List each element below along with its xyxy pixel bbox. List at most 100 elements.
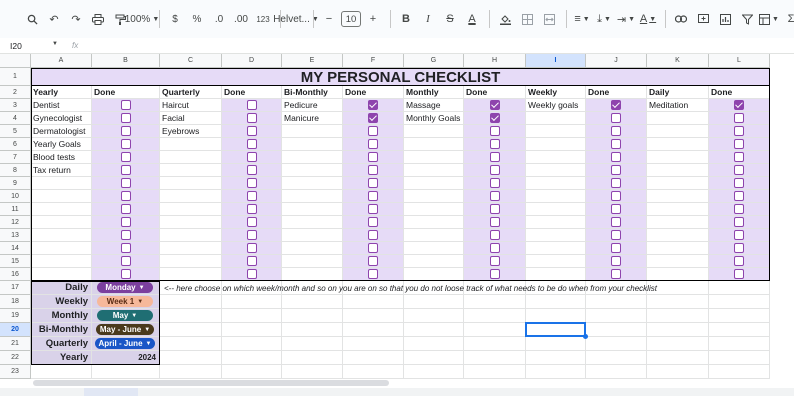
- done-cell[interactable]: [464, 99, 526, 112]
- task-cell[interactable]: [31, 229, 92, 242]
- empty-cell[interactable]: [31, 365, 92, 379]
- checkbox[interactable]: [611, 204, 621, 214]
- empty-cell[interactable]: [709, 337, 770, 351]
- checkbox[interactable]: [120, 191, 131, 201]
- checkbox[interactable]: [734, 217, 744, 227]
- task-cell[interactable]: [647, 216, 709, 229]
- done-cell[interactable]: [464, 255, 526, 268]
- done-cell[interactable]: [709, 242, 770, 255]
- empty-cell[interactable]: [404, 323, 464, 337]
- checkbox-checked[interactable]: [368, 100, 378, 110]
- done-cell[interactable]: [222, 99, 282, 112]
- empty-cell[interactable]: [709, 281, 770, 295]
- task-cell[interactable]: [526, 125, 586, 138]
- empty-cell[interactable]: [647, 365, 709, 379]
- checkbox[interactable]: [489, 217, 500, 227]
- task-cell[interactable]: Haircut: [160, 99, 222, 112]
- checkbox[interactable]: [734, 256, 744, 266]
- period-selector-cell[interactable]: Week 1 ▼: [92, 295, 160, 309]
- checkbox[interactable]: [368, 126, 378, 136]
- done-cell[interactable]: [343, 203, 404, 216]
- done-cell[interactable]: [464, 164, 526, 177]
- empty-cell[interactable]: [586, 365, 647, 379]
- checkbox[interactable]: [734, 152, 744, 162]
- checkbox[interactable]: [611, 113, 621, 123]
- task-cell[interactable]: [282, 255, 343, 268]
- task-cell[interactable]: [282, 203, 343, 216]
- done-cell[interactable]: [709, 138, 770, 151]
- empty-cell[interactable]: [586, 351, 647, 365]
- checkbox[interactable]: [246, 100, 257, 110]
- row-header-10[interactable]: 10: [0, 190, 31, 203]
- empty-cell[interactable]: [464, 309, 526, 323]
- done-cell[interactable]: [709, 151, 770, 164]
- checkbox[interactable]: [368, 178, 378, 188]
- task-cell[interactable]: Dentist: [31, 99, 92, 112]
- task-cell[interactable]: [404, 255, 464, 268]
- row-header-2[interactable]: 2: [0, 86, 31, 99]
- row-header-16[interactable]: 16: [0, 268, 31, 281]
- column-heading-yearly[interactable]: Yearly: [31, 86, 92, 99]
- empty-cell[interactable]: [222, 337, 282, 351]
- period-dropdown-chip[interactable]: May - June ▼: [95, 324, 155, 335]
- increase-decimal-button[interactable]: .00: [231, 8, 251, 30]
- task-cell[interactable]: Dermatologist: [31, 125, 92, 138]
- insert-link-icon[interactable]: [671, 8, 691, 30]
- checkbox[interactable]: [368, 191, 378, 201]
- checkbox[interactable]: [734, 126, 744, 136]
- task-cell[interactable]: Blood tests: [31, 151, 92, 164]
- checkbox[interactable]: [611, 230, 621, 240]
- empty-cell[interactable]: [343, 337, 404, 351]
- done-cell[interactable]: [222, 112, 282, 125]
- insert-comment-icon[interactable]: [693, 8, 713, 30]
- name-box[interactable]: I20 ▼: [0, 41, 62, 51]
- done-cell[interactable]: [464, 138, 526, 151]
- task-cell[interactable]: [647, 125, 709, 138]
- task-cell[interactable]: [526, 190, 586, 203]
- column-header-h[interactable]: H: [464, 54, 526, 68]
- done-cell[interactable]: [464, 125, 526, 138]
- empty-cell[interactable]: [282, 351, 343, 365]
- checkbox[interactable]: [489, 126, 500, 136]
- task-cell[interactable]: [282, 216, 343, 229]
- done-cell[interactable]: [92, 138, 160, 151]
- checkbox[interactable]: [120, 230, 131, 240]
- task-cell[interactable]: [404, 229, 464, 242]
- task-cell[interactable]: [31, 177, 92, 190]
- task-cell[interactable]: [282, 164, 343, 177]
- done-cell[interactable]: [343, 164, 404, 177]
- row-header-23[interactable]: 23: [0, 365, 31, 379]
- increase-font-size-button[interactable]: +: [363, 8, 383, 30]
- checkbox[interactable]: [489, 243, 500, 253]
- decrease-font-size-button[interactable]: −: [319, 8, 339, 30]
- empty-cell[interactable]: [647, 309, 709, 323]
- done-cell[interactable]: [92, 255, 160, 268]
- row-header-17[interactable]: 17: [0, 281, 31, 295]
- empty-cell[interactable]: [222, 323, 282, 337]
- column-heading-done[interactable]: Done: [343, 86, 404, 99]
- column-header-d[interactable]: D: [222, 54, 282, 68]
- empty-cell[interactable]: [160, 323, 222, 337]
- checkbox[interactable]: [120, 178, 131, 188]
- period-dropdown-chip[interactable]: Week 1 ▼: [97, 296, 153, 307]
- empty-cell[interactable]: [464, 337, 526, 351]
- filter-views-icon[interactable]: ▼: [759, 8, 779, 30]
- empty-cell[interactable]: [526, 295, 586, 309]
- task-cell[interactable]: [160, 164, 222, 177]
- font-family-select[interactable]: Helvet... ▼: [273, 8, 319, 30]
- empty-cell[interactable]: [709, 351, 770, 365]
- column-heading-done[interactable]: Done: [464, 86, 526, 99]
- done-cell[interactable]: [92, 112, 160, 125]
- checkbox[interactable]: [734, 113, 744, 123]
- done-cell[interactable]: [92, 151, 160, 164]
- task-cell[interactable]: [647, 229, 709, 242]
- checkbox[interactable]: [611, 139, 621, 149]
- task-cell[interactable]: [404, 190, 464, 203]
- empty-cell[interactable]: [160, 295, 222, 309]
- done-cell[interactable]: [709, 112, 770, 125]
- checkbox[interactable]: [368, 204, 378, 214]
- done-cell[interactable]: [343, 242, 404, 255]
- task-cell[interactable]: [31, 203, 92, 216]
- task-cell[interactable]: [31, 190, 92, 203]
- task-cell[interactable]: Yearly Goals: [31, 138, 92, 151]
